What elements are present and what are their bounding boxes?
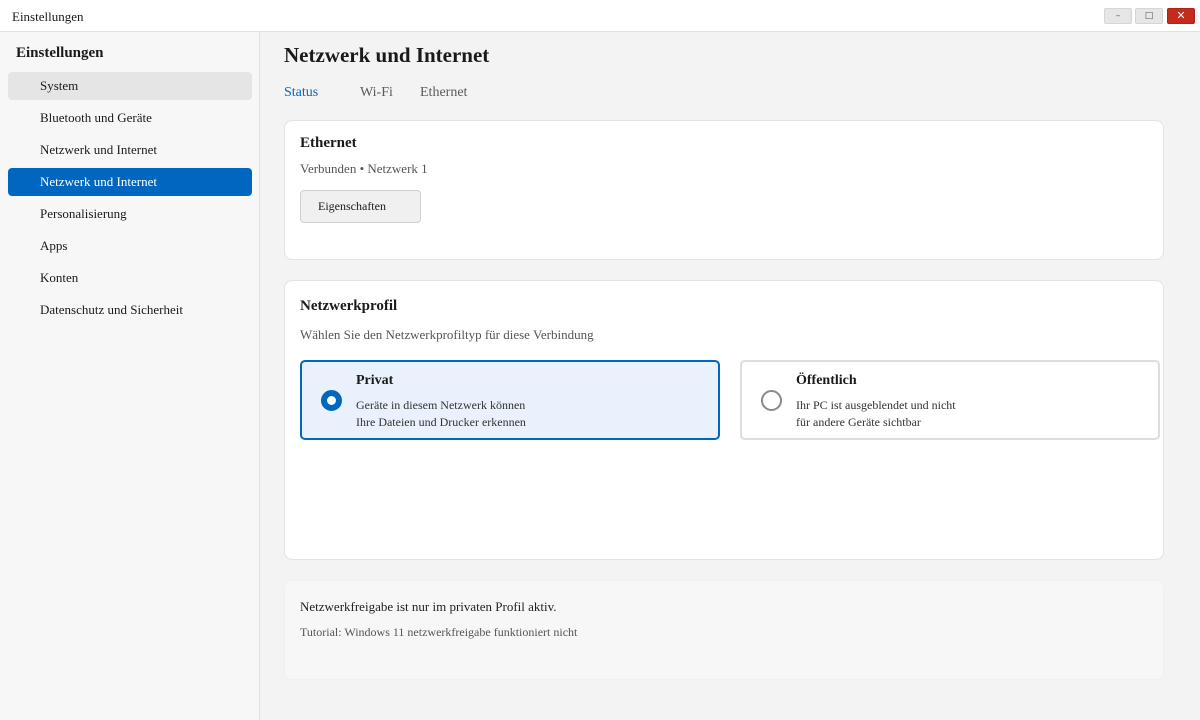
minimize-button[interactable]: – xyxy=(1104,8,1132,24)
sidebar-item-label: Netzwerk und Internet xyxy=(40,174,157,189)
sidebar-item-label: Konten xyxy=(40,270,79,285)
radio-unchecked-icon[interactable] xyxy=(761,390,782,411)
sidebar-item-label: Netzwerk und Internet xyxy=(40,142,157,157)
properties-button[interactable]: Eigenschaften xyxy=(300,190,421,223)
sidebar-item-label: System xyxy=(40,78,79,93)
profile-option-public[interactable]: Öffentlich Ihr PC ist ausgeblendet und n… xyxy=(740,360,1160,440)
option-description-line: Ihre Dateien und Drucker erkennen xyxy=(356,415,526,429)
ethernet-card-title: Ethernet xyxy=(300,135,357,151)
sidebar-item-label: Bluetooth und Geräte xyxy=(40,110,152,125)
info-card: Netzwerkfreigabe ist nur im privaten Pro… xyxy=(284,580,1164,680)
network-profile-subtitle: Wählen Sie den Netzwerkprofiltyp für die… xyxy=(300,327,594,342)
ethernet-card: Ethernet Verbunden • Netzwerk 1 Eigensch… xyxy=(284,120,1164,260)
sidebar-item-apps[interactable]: Apps xyxy=(8,232,252,260)
sidebar-item-network[interactable]: Netzwerk und Internet xyxy=(8,136,252,164)
option-description-line: für andere Geräte sichtbar xyxy=(796,415,921,429)
sidebar: Einstellungen System Bluetooth und Gerät… xyxy=(0,32,260,720)
network-profile-card: Netzwerkprofil Wählen Sie den Netzwerkpr… xyxy=(284,280,1164,560)
radio-checked-icon[interactable] xyxy=(321,390,342,411)
window-title: Einstellungen xyxy=(12,9,84,24)
tab-status[interactable]: Status xyxy=(284,85,318,101)
sidebar-item-label: Personalisierung xyxy=(40,206,127,221)
sidebar-item-privacy[interactable]: Datenschutz und Sicherheit xyxy=(8,296,252,324)
tab-wifi[interactable]: Wi-Fi xyxy=(360,85,393,101)
sidebar-item-bluetooth[interactable]: Bluetooth und Geräte xyxy=(8,104,252,132)
tutorial-link[interactable]: Tutorial: Windows 11 netzwerkfreigabe fu… xyxy=(300,625,577,640)
sidebar-nav: System Bluetooth und Geräte Netzwerk und… xyxy=(8,72,252,328)
option-description-line: Geräte in diesem Netzwerk können xyxy=(356,398,526,412)
close-button[interactable]: ✕ xyxy=(1167,8,1195,24)
info-text: Netzwerkfreigabe ist nur im privaten Pro… xyxy=(300,599,557,614)
option-title: Öffentlich xyxy=(796,373,857,388)
ethernet-status: Verbunden • Netzwerk 1 xyxy=(300,161,428,176)
sidebar-item-system[interactable]: System xyxy=(8,72,252,100)
sidebar-item-personalization[interactable]: Personalisierung xyxy=(8,200,252,228)
sidebar-item-label: Apps xyxy=(40,238,68,253)
title-bar: Einstellungen – □ ✕ xyxy=(0,0,1200,32)
sidebar-item-label: Datenschutz und Sicherheit xyxy=(40,302,183,317)
option-description-line: Ihr PC ist ausgeblendet und nicht xyxy=(796,398,956,412)
maximize-button[interactable]: □ xyxy=(1135,8,1163,24)
profile-option-private[interactable]: Privat Geräte in diesem Netzwerk können … xyxy=(300,360,720,440)
sidebar-item-accounts[interactable]: Konten xyxy=(8,264,252,292)
tab-ethernet[interactable]: Ethernet xyxy=(420,85,467,101)
page-title: Netzwerk und Internet xyxy=(284,43,490,67)
sidebar-item-network-selected[interactable]: Netzwerk und Internet xyxy=(8,168,252,196)
network-profile-title: Netzwerkprofil xyxy=(300,298,398,314)
sidebar-heading: Einstellungen xyxy=(16,45,104,61)
main-content: Netzwerk und Internet Status Wi-Fi Ether… xyxy=(260,32,1200,720)
option-title: Privat xyxy=(356,373,394,388)
